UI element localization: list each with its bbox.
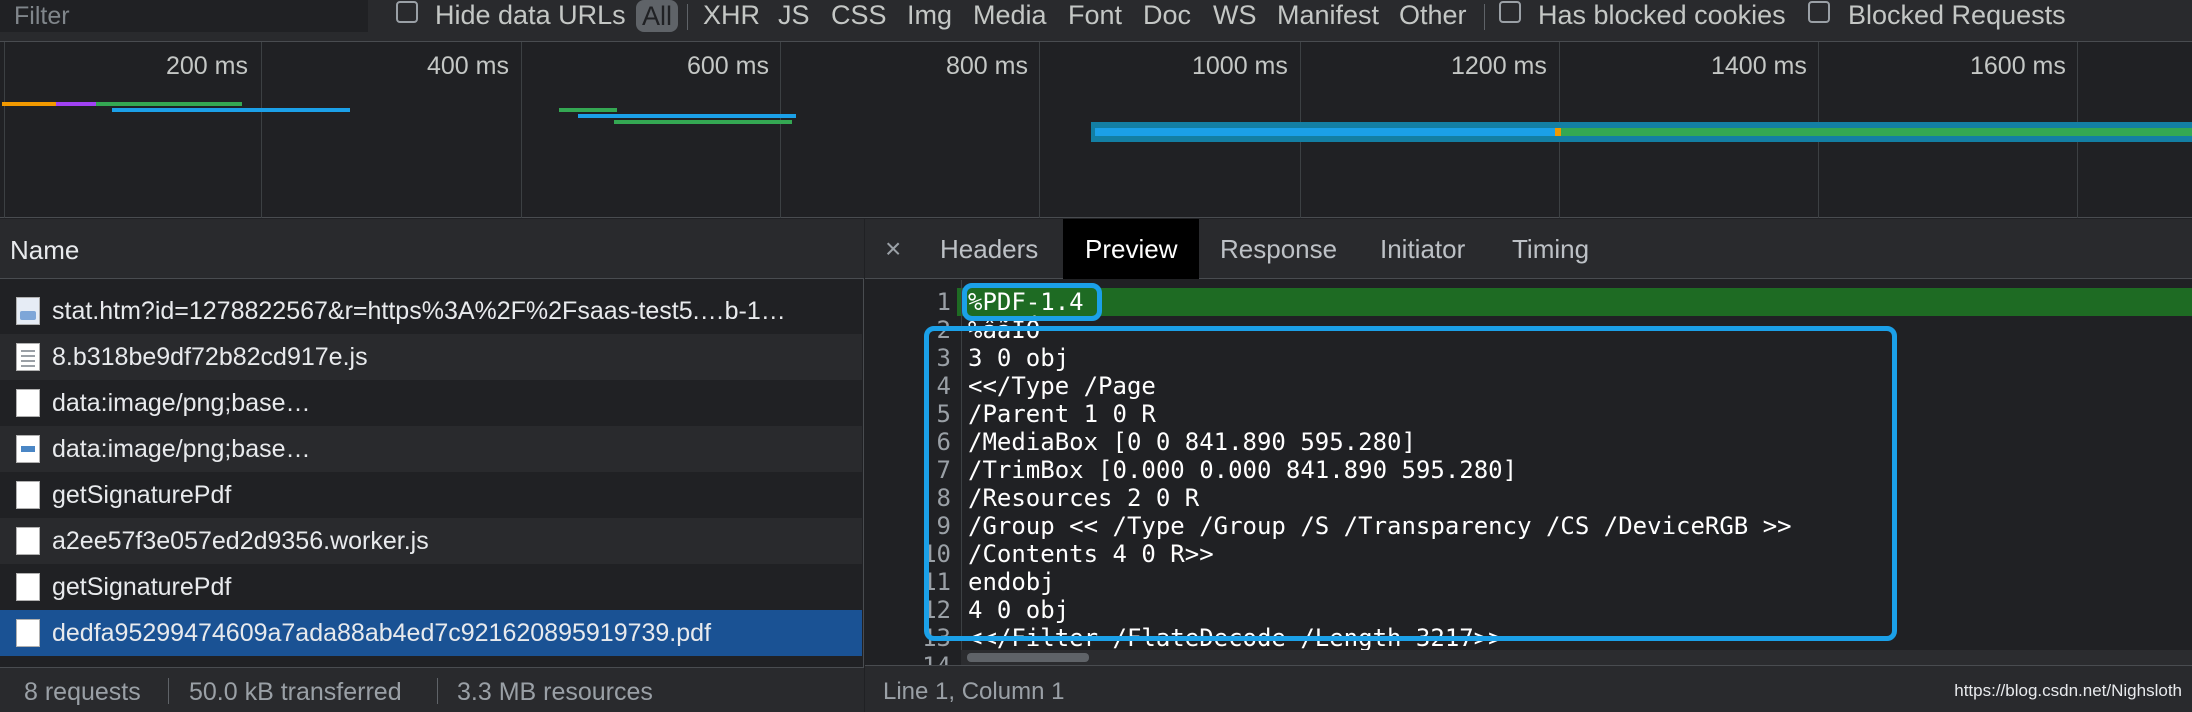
name-column-label: Name: [10, 235, 80, 265]
request-row[interactable]: getSignaturePdf: [0, 472, 862, 518]
request-name: dedfa95299474609a7ada88ab4ed7c9216208959…: [52, 619, 712, 647]
request-row[interactable]: 8.b318be9df72b82cd917e.js: [0, 334, 862, 380]
editor-status-bar: Line 1, Column 1 https://blog.csdn.net/N…: [865, 665, 2192, 712]
request-row[interactable]: getSignaturePdf: [0, 564, 862, 610]
name-column-header[interactable]: Name: [0, 219, 864, 279]
blank-file-icon: [16, 481, 40, 509]
transferred-size: 50.0 kB transferred: [189, 678, 402, 706]
request-name: stat.htm?id=1278822567&r=https%3A%2F%2Fs…: [52, 297, 786, 325]
request-name: getSignaturePdf: [52, 573, 232, 601]
blank-file-icon: [16, 527, 40, 555]
timeline-gridline: [4, 42, 5, 218]
timeline-tick-label: 1600 ms: [1970, 52, 2066, 80]
type-filter-js[interactable]: JS: [778, 0, 810, 30]
highlighted-line: [957, 288, 2192, 316]
type-filter-ws[interactable]: WS: [1213, 0, 1257, 30]
timeline-tick-label: 600 ms: [687, 52, 769, 80]
timeline-tick-label: 1200 ms: [1451, 52, 1547, 80]
type-filter-all[interactable]: All: [636, 0, 678, 32]
timeline-bar: [614, 120, 792, 124]
request-row[interactable]: data:image/png;base…: [0, 426, 862, 472]
filter-input[interactable]: [0, 0, 368, 32]
request-row-selected[interactable]: dedfa95299474609a7ada88ab4ed7c9216208959…: [0, 610, 862, 656]
annotation-box: [962, 283, 1102, 321]
hide-data-urls-checkbox[interactable]: [396, 1, 418, 23]
script-file-icon: [16, 343, 40, 371]
type-filter-xhr[interactable]: XHR: [703, 0, 760, 30]
type-filter-other[interactable]: Other: [1399, 0, 1467, 30]
divider: [437, 678, 438, 704]
has-blocked-cookies-label: Has blocked cookies: [1538, 0, 1786, 30]
divider: [1484, 4, 1485, 30]
timeline-bar: [559, 108, 617, 112]
timeline-tick-label: 400 ms: [427, 52, 509, 80]
tab-timing[interactable]: Timing: [1512, 219, 1589, 279]
type-filter-media[interactable]: Media: [973, 0, 1047, 30]
type-filter-doc[interactable]: Doc: [1143, 0, 1191, 30]
request-detail-panel: × Headers Preview Response Initiator Tim…: [865, 219, 2192, 712]
resources-size: 3.3 MB resources: [457, 678, 653, 706]
timeline-gridline: [521, 42, 522, 218]
request-count: 8 requests: [24, 678, 141, 706]
request-summary-bar: 8 requests 50.0 kB transferred 3.3 MB re…: [0, 667, 864, 712]
timeline-gridline: [261, 42, 262, 218]
source-preview-editor[interactable]: 1 %PDF-1.4 2 %âãÏÓ 3 3 0 obj 4 <</Type /…: [865, 280, 2192, 665]
hide-data-urls-label: Hide data URLs: [435, 0, 626, 30]
timeline-bar: [1095, 128, 1555, 136]
blank-file-icon: [16, 389, 40, 417]
request-row[interactable]: stat.htm?id=1278822567&r=https%3A%2F%2Fs…: [0, 288, 862, 334]
timeline-bar: [112, 108, 350, 112]
scrollbar-thumb[interactable]: [967, 653, 1089, 662]
tab-initiator[interactable]: Initiator: [1380, 219, 1465, 279]
timeline-tick-label: 800 ms: [946, 52, 1028, 80]
request-row[interactable]: data:image/png;base…: [0, 380, 862, 426]
blank-file-icon: [16, 619, 40, 647]
request-name: 8.b318be9df72b82cd917e.js: [52, 343, 368, 371]
timeline-overview[interactable]: 200 ms 400 ms 600 ms 800 ms 1000 ms 1200…: [0, 42, 2192, 218]
type-filter-font[interactable]: Font: [1068, 0, 1122, 30]
timeline-bar: [56, 102, 96, 106]
blocked-requests-checkbox[interactable]: [1808, 1, 1830, 23]
timeline-gridline: [1039, 42, 1040, 218]
detail-tab-bar: × Headers Preview Response Initiator Tim…: [865, 219, 2192, 279]
request-name: data:image/png;base…: [52, 389, 311, 417]
request-row[interactable]: a2ee57f3e057ed2d9356.worker.js: [0, 518, 862, 564]
horizontal-scrollbar[interactable]: [961, 650, 2192, 665]
timeline-gridline: [780, 42, 781, 218]
timeline-tick-label: 1000 ms: [1192, 52, 1288, 80]
timeline-bar: [96, 102, 242, 106]
blocked-requests-label: Blocked Requests: [1848, 0, 2066, 30]
type-filter-img[interactable]: Img: [907, 0, 952, 30]
tab-preview[interactable]: Preview: [1063, 219, 1200, 279]
request-name: data:image/png;base…: [52, 435, 311, 463]
tab-response[interactable]: Response: [1220, 219, 1337, 279]
type-filter-css[interactable]: CSS: [831, 0, 887, 30]
line-number: 14: [865, 652, 951, 665]
request-name: a2ee57f3e057ed2d9356.worker.js: [52, 527, 429, 555]
timeline-bar: [2, 102, 56, 106]
cursor-position: Line 1, Column 1: [883, 678, 1065, 705]
annotation-box: [924, 326, 1897, 641]
request-name: getSignaturePdf: [52, 481, 232, 509]
timeline-bar: [578, 114, 796, 118]
watermark: https://blog.csdn.net/Nighsloth: [1954, 681, 2182, 700]
type-filter-manifest[interactable]: Manifest: [1277, 0, 1379, 30]
divider: [168, 678, 169, 704]
tab-headers[interactable]: Headers: [940, 219, 1038, 279]
line-number: 1: [936, 288, 951, 316]
image-thumbnail-icon: [16, 435, 40, 463]
divider: [687, 4, 688, 30]
blank-file-icon: [16, 573, 40, 601]
request-list-panel: Name stat.htm?id=1278822567&r=https%3A%2…: [0, 219, 864, 712]
has-blocked-cookies-checkbox[interactable]: [1499, 1, 1521, 23]
filter-bar: Hide data URLs All XHR JS CSS Img Media …: [0, 0, 2192, 42]
close-icon[interactable]: ×: [885, 233, 901, 265]
timeline-bar: [1561, 128, 2192, 136]
image-icon: [16, 297, 40, 325]
timeline-tick-label: 200 ms: [166, 52, 248, 80]
timeline-tick-label: 1400 ms: [1711, 52, 1807, 80]
